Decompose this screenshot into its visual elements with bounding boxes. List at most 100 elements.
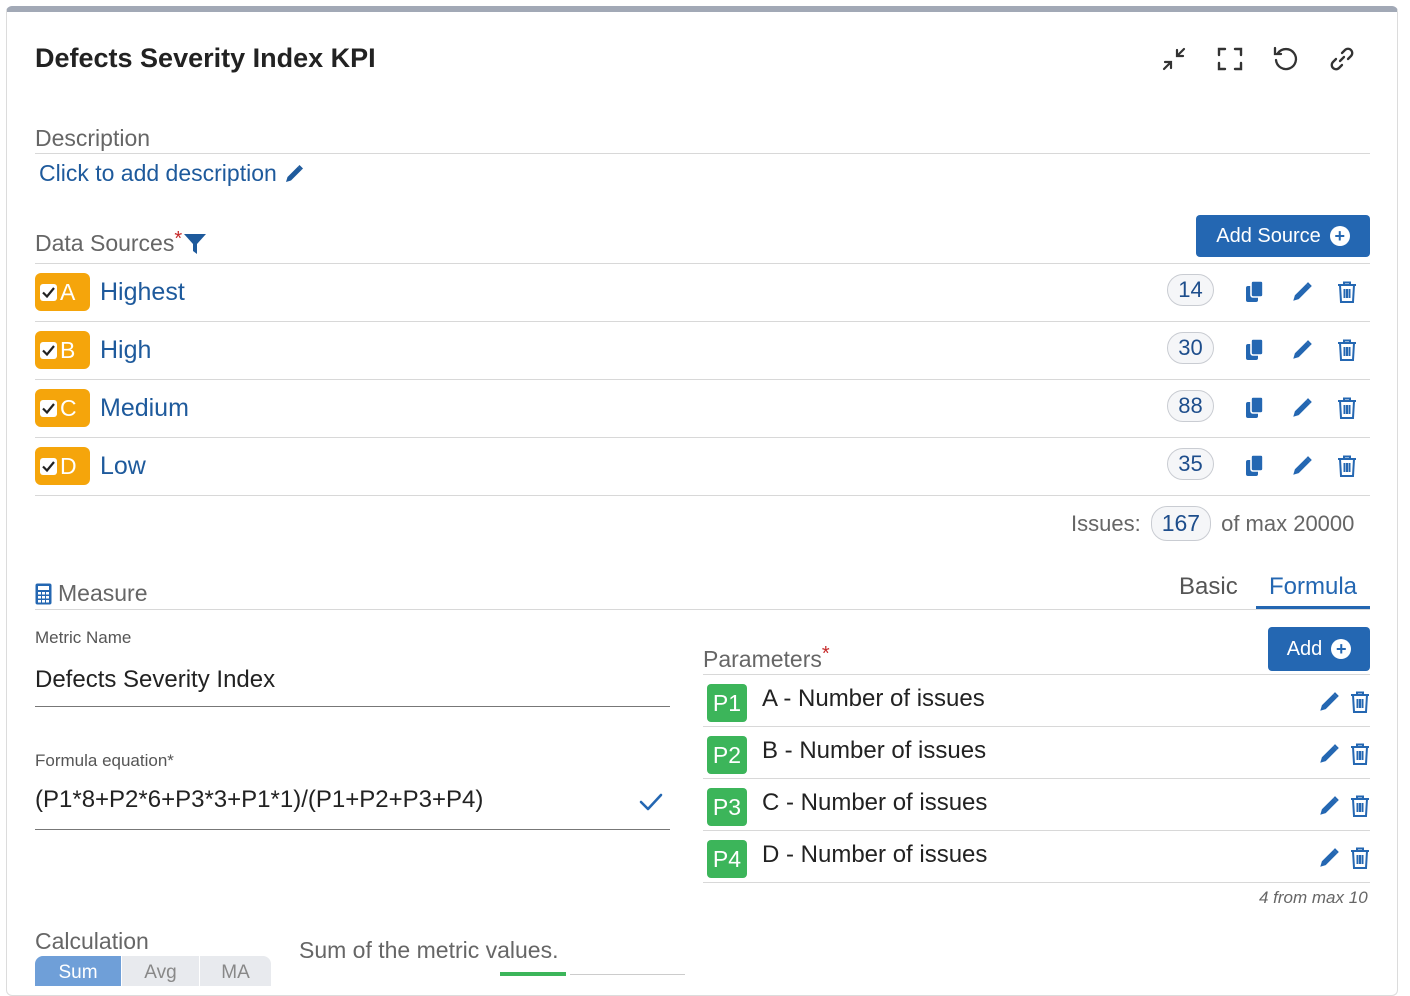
- data-source-row: C Medium 88: [35, 380, 1370, 438]
- description-label: Description: [35, 125, 151, 151]
- source-badge[interactable]: A: [35, 273, 90, 311]
- source-badge[interactable]: D: [35, 447, 90, 485]
- parameter-row: P2 B - Number of issues: [703, 727, 1370, 779]
- source-badge[interactable]: B: [35, 331, 90, 369]
- edit-icon[interactable]: [1315, 792, 1343, 820]
- checkbox-icon[interactable]: [40, 283, 57, 301]
- parameter-text: D - Number of issues: [762, 841, 988, 868]
- source-name[interactable]: Highest: [100, 278, 185, 307]
- status-bar: [500, 972, 566, 976]
- checkbox-icon[interactable]: [40, 341, 57, 359]
- add-description-link[interactable]: Click to add description: [39, 160, 305, 187]
- source-name[interactable]: High: [100, 336, 151, 365]
- measure-header: Measure: [35, 580, 147, 607]
- collapse-icon[interactable]: [1159, 44, 1189, 74]
- trash-icon[interactable]: [1346, 792, 1374, 820]
- divider: [35, 609, 1370, 610]
- trash-icon[interactable]: [1346, 688, 1374, 716]
- copy-icon[interactable]: [1241, 278, 1269, 306]
- parameter-row: P4 D - Number of issues: [703, 831, 1370, 883]
- formula-value: (P1*8+P2*6+P3*3+P1*1)/(P1+P2+P3+P4): [35, 786, 484, 813]
- source-letter: A: [60, 278, 76, 305]
- data-source-row: B High 30: [35, 322, 1370, 380]
- add-source-label: Add Source: [1216, 224, 1321, 247]
- tab-formula[interactable]: Formula: [1256, 573, 1370, 609]
- parameter-badge: P1: [707, 684, 747, 722]
- calc-option-ma[interactable]: MA: [200, 956, 271, 986]
- pencil-icon: [285, 164, 303, 182]
- plus-circle-icon: +: [1331, 639, 1352, 659]
- checkbox-icon[interactable]: [40, 457, 57, 475]
- parameters-label: Parameters: [703, 646, 822, 672]
- add-source-button[interactable]: Add Source +: [1196, 215, 1370, 257]
- divider: [35, 153, 1370, 154]
- data-source-row: D Low 35: [35, 438, 1370, 496]
- plus-circle-icon: +: [1329, 226, 1350, 246]
- edit-icon[interactable]: [1288, 452, 1316, 480]
- edit-icon[interactable]: [1315, 688, 1343, 716]
- calc-option-sum[interactable]: Sum: [35, 956, 121, 986]
- issues-label: Issues:: [1071, 510, 1141, 536]
- parameters-count-note: 4 from max 10: [1259, 888, 1368, 907]
- data-sources-label: Data Sources: [35, 230, 175, 256]
- source-name[interactable]: Medium: [100, 394, 189, 423]
- issues-max: of max 20000: [1221, 510, 1355, 536]
- trash-icon[interactable]: [1346, 740, 1374, 768]
- data-source-row: A Highest 14: [35, 264, 1370, 322]
- add-parameter-button[interactable]: Add +: [1268, 627, 1370, 671]
- measure-label: Measure: [58, 580, 148, 606]
- source-badge[interactable]: C: [35, 389, 90, 427]
- copy-icon[interactable]: [1241, 394, 1269, 422]
- trash-icon[interactable]: [1333, 394, 1361, 422]
- calculation-description: Sum of the metric values.: [299, 937, 559, 963]
- calc-option-avg[interactable]: Avg: [122, 956, 199, 986]
- formula-label: Formula equation*: [35, 751, 174, 770]
- edit-icon[interactable]: [1288, 394, 1316, 422]
- check-icon: [639, 793, 663, 811]
- parameter-row: P3 C - Number of issues: [703, 779, 1370, 831]
- parameter-badge: P4: [707, 840, 747, 878]
- parameter-text: C - Number of issues: [762, 789, 988, 816]
- source-letter: B: [60, 336, 76, 363]
- parameter-text: B - Number of issues: [762, 737, 987, 764]
- filter-icon[interactable]: [183, 232, 207, 256]
- source-letter: C: [60, 394, 77, 421]
- add-parameter-label: Add: [1286, 637, 1323, 660]
- issues-total-badge: 167: [1150, 506, 1212, 541]
- source-letter: D: [60, 452, 77, 479]
- trash-icon[interactable]: [1333, 278, 1361, 306]
- source-count-badge: 14: [1167, 274, 1214, 306]
- checkbox-icon[interactable]: [40, 399, 57, 417]
- parameter-badge: P2: [707, 736, 747, 774]
- parameters-header: Parameters *: [703, 643, 830, 673]
- parameter-text: A - Number of issues: [762, 685, 985, 712]
- link-icon[interactable]: [1327, 44, 1357, 74]
- edit-icon[interactable]: [1315, 740, 1343, 768]
- calculation-label: Calculation: [35, 928, 149, 954]
- trash-icon[interactable]: [1333, 452, 1361, 480]
- required-mark: *: [174, 228, 183, 250]
- data-sources-header: Data Sources *: [35, 228, 207, 257]
- fullscreen-icon[interactable]: [1215, 44, 1245, 74]
- calculator-icon: [35, 583, 52, 604]
- parameter-badge: P3: [707, 788, 747, 826]
- formula-input[interactable]: (P1*8+P2*6+P3*3+P1*1)/(P1+P2+P3+P4): [35, 786, 670, 830]
- copy-icon[interactable]: [1241, 336, 1269, 364]
- source-name[interactable]: Low: [100, 452, 146, 481]
- edit-icon[interactable]: [1288, 278, 1316, 306]
- metric-name-input[interactable]: Defects Severity Index: [35, 666, 670, 707]
- edit-icon[interactable]: [1288, 336, 1316, 364]
- source-count-badge: 88: [1167, 390, 1214, 422]
- parameter-row: P1 A - Number of issues: [703, 675, 1370, 727]
- source-count-badge: 30: [1167, 332, 1214, 364]
- metric-name-label: Metric Name: [35, 628, 132, 647]
- divider: [570, 974, 685, 975]
- tab-basic[interactable]: Basic: [1179, 573, 1238, 601]
- trash-icon[interactable]: [1346, 844, 1374, 872]
- source-count-badge: 35: [1167, 448, 1214, 480]
- refresh-icon[interactable]: [1271, 44, 1301, 74]
- trash-icon[interactable]: [1333, 336, 1361, 364]
- edit-icon[interactable]: [1315, 844, 1343, 872]
- page-title: Defects Severity Index KPI: [35, 43, 376, 73]
- copy-icon[interactable]: [1241, 452, 1269, 480]
